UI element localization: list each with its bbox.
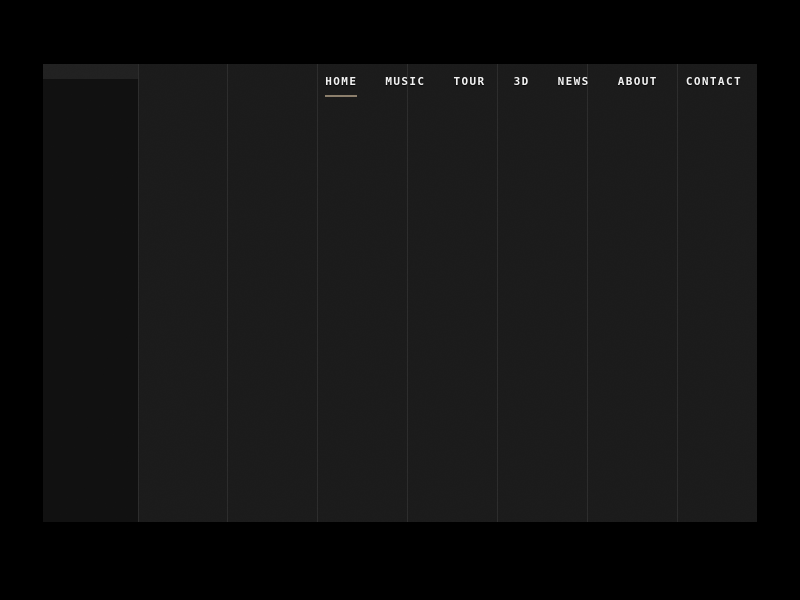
top-texture-strip	[43, 64, 138, 79]
nav-item-news[interactable]: NEWS	[544, 74, 604, 90]
column-divider-5	[497, 64, 498, 522]
nav-item-label: CONTACT	[685, 75, 742, 88]
nav-item-home[interactable]: HOME	[311, 74, 371, 97]
nav-item-tour[interactable]: TOUR	[439, 74, 499, 90]
nav-item-about[interactable]: ABOUT	[604, 74, 672, 90]
column-divider-2	[227, 64, 228, 522]
nav-item-contact[interactable]: CONTACT	[672, 74, 742, 90]
grain-texture-overlay	[43, 64, 757, 522]
hero-stage: HOME MUSIC TOUR 3D NEWS ABOUT CONTACT	[43, 64, 757, 522]
main-navigation[interactable]: HOME MUSIC TOUR 3D NEWS ABOUT CONTACT	[311, 74, 742, 97]
column-divider-6	[587, 64, 588, 522]
nav-item-label: HOME	[325, 75, 358, 88]
nav-item-label: NEWS	[557, 75, 590, 88]
nav-item-music[interactable]: MUSIC	[371, 74, 439, 90]
nav-active-underline	[325, 95, 358, 97]
column-divider-4	[407, 64, 408, 522]
nav-item-3d[interactable]: 3D	[500, 74, 544, 90]
column-divider-1	[138, 64, 139, 522]
column-divider-3	[317, 64, 318, 522]
left-dark-panel	[43, 64, 138, 522]
nav-item-label: MUSIC	[385, 75, 426, 88]
column-divider-7	[677, 64, 678, 522]
nav-item-label: 3D	[513, 75, 530, 88]
nav-item-label: ABOUT	[617, 75, 658, 88]
screen: HOME MUSIC TOUR 3D NEWS ABOUT CONTACT	[0, 0, 800, 600]
nav-item-label: TOUR	[453, 75, 486, 88]
